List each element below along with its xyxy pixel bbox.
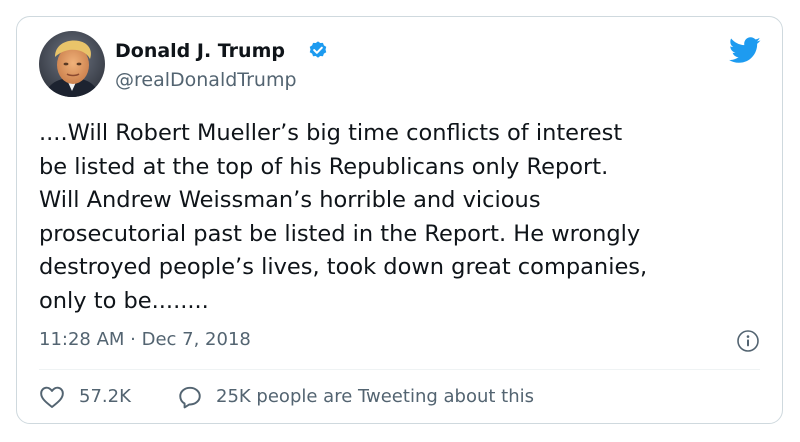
tweet-text-line: prosecutorial past be listed in the Repo…	[39, 220, 641, 247]
tweet-text-line: be listed at the top of his Republicans …	[39, 153, 609, 180]
user-handle[interactable]: @realDonaldTrump	[115, 68, 297, 92]
tweet-text-line: only to be........	[39, 287, 209, 314]
avatar[interactable]	[39, 31, 105, 97]
info-icon[interactable]	[736, 329, 760, 353]
tweet-timestamp[interactable]: 11:28 AM · Dec 7, 2018	[39, 328, 251, 352]
conversation-link[interactable]: 25K people are Tweeting about this	[177, 384, 534, 410]
twitter-bird-icon[interactable]	[729, 37, 761, 64]
like-count: 57.2K	[79, 386, 131, 407]
speech-bubble-icon	[179, 386, 201, 409]
verified-badge-icon	[309, 41, 327, 58]
display-name[interactable]: Donald J. Trump	[115, 39, 285, 63]
tweet-text: ....Will Robert Mueller’s big time confl…	[39, 117, 767, 318]
heart-icon	[40, 386, 64, 408]
tweet-text-line: ....Will Robert Mueller’s big time confl…	[39, 120, 623, 146]
conversation-label: 25K people are Tweeting about this	[216, 386, 534, 407]
like-button[interactable]: 57.2K	[39, 384, 131, 410]
avatar-photo	[39, 31, 105, 97]
tweet-card[interactable]: Donald J. Trump @realDonaldTrump ....Wil…	[16, 16, 783, 424]
tweet-text-line: destroyed people’s lives, took down grea…	[39, 254, 648, 280]
divider	[39, 369, 760, 370]
tweet-text-line: Will Andrew Weissman’s horrible and vici…	[39, 187, 541, 213]
